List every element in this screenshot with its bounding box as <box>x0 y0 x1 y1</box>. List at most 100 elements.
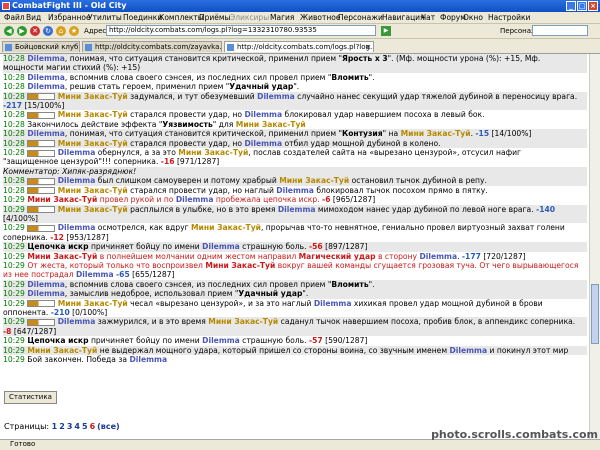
log-line: из нее пострадал Dilemma -65 [655/1287] <box>3 270 175 280</box>
menu-item-11[interactable]: Навигация <box>382 13 425 22</box>
menu-bar: Файл Вид Избранное Утилиты Поединки Комплекты… <box>0 12 600 24</box>
page-link[interactable]: 2 <box>59 422 65 431</box>
hp-bar-icon <box>27 93 56 101</box>
log-line: 10:29 Мини Закас-Туй не выдержал мощного… <box>3 345 587 355</box>
minimize-icon[interactable]: _ <box>566 1 576 11</box>
log-line: 10:29 Мини Закас-Туй в полнейшем молчани… <box>3 251 526 261</box>
tab-fight-club[interactable]: Бойцовский клуб <box>2 41 80 52</box>
pagination: Страницы: 1 2 3 4 5 6 (все) <box>4 422 122 431</box>
tab-bar: Бойцовский клуб http://oldcity.combats.c… <box>0 39 600 54</box>
forward-icon[interactable]: ▶ <box>17 26 27 36</box>
tab-page-icon <box>227 44 234 51</box>
home-icon[interactable]: ⌂ <box>56 26 66 36</box>
hp-bar-icon <box>27 111 56 119</box>
log-line: 10:29 Dilemma осмотрелся, как вдруг Мини… <box>3 223 565 233</box>
watermark: photo.scrolls.combats.com <box>431 428 598 441</box>
page-link[interactable]: 1 <box>52 422 58 431</box>
log-line: оппонента. -210 [0/100%] <box>3 307 108 317</box>
log-line: 10:28 Dilemma, решив стать героем, приме… <box>3 82 300 92</box>
address-input[interactable] <box>106 25 376 36</box>
go-icon[interactable]: ▶ <box>381 26 391 36</box>
hp-bar-icon <box>27 177 56 185</box>
hp-bar-icon <box>27 149 56 157</box>
menu-item-1[interactable]: Вид <box>26 13 41 22</box>
menu-item-8[interactable]: Магия <box>270 13 294 22</box>
page-link[interactable]: 5 <box>82 422 88 431</box>
log-line: 10:29 Dilemma, замыслив недоброе, исполь… <box>3 289 587 299</box>
menu-item-10[interactable]: Персонажи <box>338 13 383 22</box>
hp-bar-icon <box>27 206 56 213</box>
menu-item-12[interactable]: Чат <box>421 13 435 22</box>
menu-item-0[interactable]: Файл <box>4 13 25 22</box>
log-line: 10:28 Dilemma, понимая, что ситуация ста… <box>3 54 587 64</box>
log-line: мощности магии стихий (%): +15) <box>3 63 587 73</box>
person-select[interactable] <box>532 25 588 36</box>
menu-item-7[interactable]: Эликсиры <box>230 13 269 22</box>
log-line: 10:28 Dilemma, понимая, что ситуация ста… <box>3 129 587 139</box>
scrollbar-thumb[interactable] <box>591 284 599 344</box>
favorites-icon[interactable]: ★ <box>69 26 79 36</box>
menu-item-6[interactable]: Приёмы <box>199 13 230 22</box>
tab-page-icon <box>5 44 12 51</box>
log-line: Комментатор: Хипяк-разряднюк! <box>3 166 587 177</box>
log-line: 10:28 Dilemma обернулся, а за это Мини З… <box>3 148 522 158</box>
log-line: 10:29 Мини Закас-Туй расплылся в улыбке,… <box>3 204 587 214</box>
hp-bar-icon <box>27 300 56 308</box>
refresh-icon[interactable]: ↻ <box>43 26 53 36</box>
menu-item-3[interactable]: Утилиты <box>88 13 122 22</box>
log-line: 10:28 Закончилось действие эффекта "Уязв… <box>3 119 306 129</box>
address-label: Адрес: <box>84 27 109 35</box>
menu-item-15[interactable]: Настройки <box>488 13 530 22</box>
menu-item-5[interactable]: Комплекты <box>159 13 204 22</box>
log-line: 10:29 От жеста, который только что воспр… <box>3 260 579 270</box>
current-page: 6 <box>89 422 96 431</box>
menu-item-9[interactable]: Животное <box>300 13 340 22</box>
tab-label: http://oldcity.combats.com/zayavka.pl <box>95 43 222 51</box>
log-line: [4/100%] <box>3 213 587 224</box>
pages-label: Страницы: <box>4 422 50 431</box>
title-bar: CombatFight III - Old City _ □ × <box>0 0 600 12</box>
hp-bar-icon <box>27 140 56 148</box>
log-line: 10:29 Бой закончен. Победа за Dilemma <box>3 355 168 364</box>
tab-page-icon <box>85 44 92 51</box>
all-pages-link[interactable]: (все) <box>97 422 120 431</box>
page-link[interactable]: 4 <box>74 422 80 431</box>
battle-log: 10:28 Dilemma, понимая, что ситуация ста… <box>3 54 587 364</box>
window-title: CombatFight III - Old City <box>12 1 127 10</box>
tab-label: Бойцовский клуб <box>15 43 79 51</box>
close-icon[interactable]: × <box>588 1 598 11</box>
back-icon[interactable]: ◀ <box>4 26 14 36</box>
app-icon <box>2 2 10 10</box>
log-line: 10:28 Dilemma, вспомнив слова своего сэн… <box>3 72 375 82</box>
tab-zayavka[interactable]: http://oldcity.combats.com/zayavka.pl <box>82 41 222 52</box>
log-line: "защищенное цензурой"!!! соперника. -16 … <box>3 157 220 167</box>
log-line: 10:28 Мини Закас-Туй задумался, и тут об… <box>3 91 587 102</box>
status-text: Готово <box>10 440 36 448</box>
menu-item-2[interactable]: Избранное <box>48 13 91 22</box>
menu-item-14[interactable]: Окно <box>463 13 483 22</box>
log-line: 10:28 Мини Закас-Туй старался провести у… <box>3 110 485 120</box>
log-line: 10:28 Dilemma был слишком самоуверен и п… <box>3 176 587 186</box>
log-line: -217 [15/100%] <box>3 101 587 111</box>
page-content: 10:28 Dilemma, понимая, что ситуация ста… <box>0 54 589 439</box>
tab-logs[interactable]: http://oldcity.combats.com/logs.pl?log..… <box>224 41 374 52</box>
log-line: 10:28 Мини Закас-Туй старался провести у… <box>3 185 488 195</box>
page-link[interactable]: 3 <box>67 422 73 431</box>
stop-icon[interactable]: ✕ <box>30 26 40 36</box>
log-line: 10:29 Цепочка искр причиняет бойцу по им… <box>3 242 587 252</box>
hp-bar-icon <box>27 318 56 326</box>
log-line: 10:29 Цепочка искр причиняет бойцу по им… <box>3 336 368 346</box>
menu-item-4[interactable]: Поединки <box>123 13 162 22</box>
log-line: 10:28 Мини Закас-Туй старался провести у… <box>3 138 587 149</box>
maximize-icon[interactable]: □ <box>577 1 587 11</box>
address-bar: ◀ ▶ ✕ ↻ ⌂ ★ Адрес: ▶ Персонаж: <box>0 24 600 39</box>
log-line: -8 [647/1287] <box>3 326 587 337</box>
tab-close-icon[interactable]: × <box>365 42 371 52</box>
log-line: 10:29 Мини Закас-Туй провел рукой и по D… <box>3 195 376 205</box>
log-line: 10:29 Dilemma зажмурился, и в это время … <box>3 317 587 327</box>
statistics-button[interactable]: Статистика <box>4 391 57 404</box>
log-line: соперника. -12 [953/1287] <box>3 232 109 242</box>
hp-bar-icon <box>27 187 56 195</box>
tab-label: http://oldcity.combats.com/logs.pl?log..… <box>237 43 374 51</box>
vertical-scrollbar[interactable] <box>589 54 600 439</box>
